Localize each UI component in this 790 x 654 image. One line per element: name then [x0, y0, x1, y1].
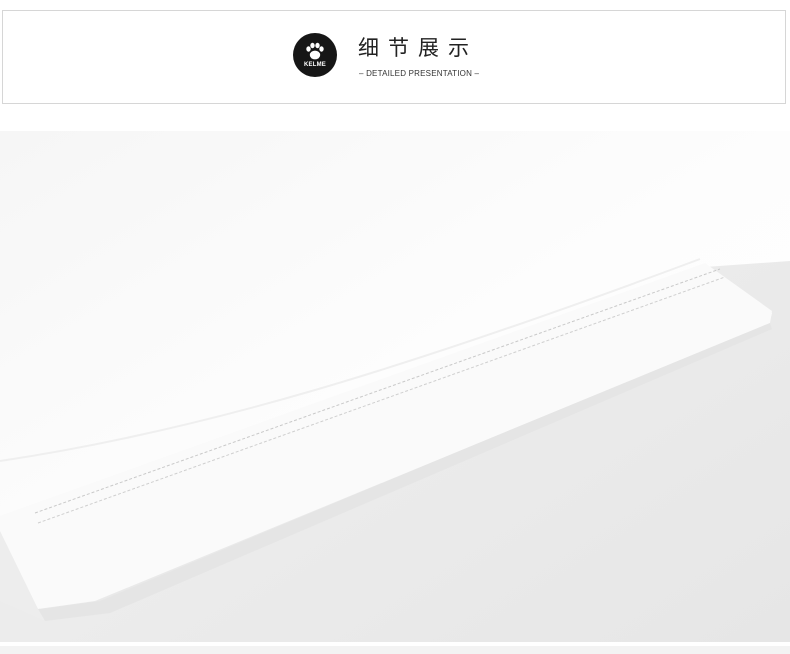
- brand-logo: KELME: [293, 33, 337, 77]
- logo-wordmark: KELME: [304, 62, 326, 68]
- sleeve-hem-image: [0, 131, 790, 642]
- detail-page: KELME 细节展示 – DETAILED PRESENTATION –: [0, 0, 790, 654]
- section-header: KELME 细节展示 – DETAILED PRESENTATION –: [2, 10, 786, 104]
- fabric-detail-photo: [0, 131, 790, 642]
- section-subtitle: – DETAILED PRESENTATION –: [359, 69, 480, 78]
- paw-icon: [306, 42, 324, 60]
- section-title: 细节展示: [358, 36, 478, 60]
- bottom-divider: [0, 646, 790, 654]
